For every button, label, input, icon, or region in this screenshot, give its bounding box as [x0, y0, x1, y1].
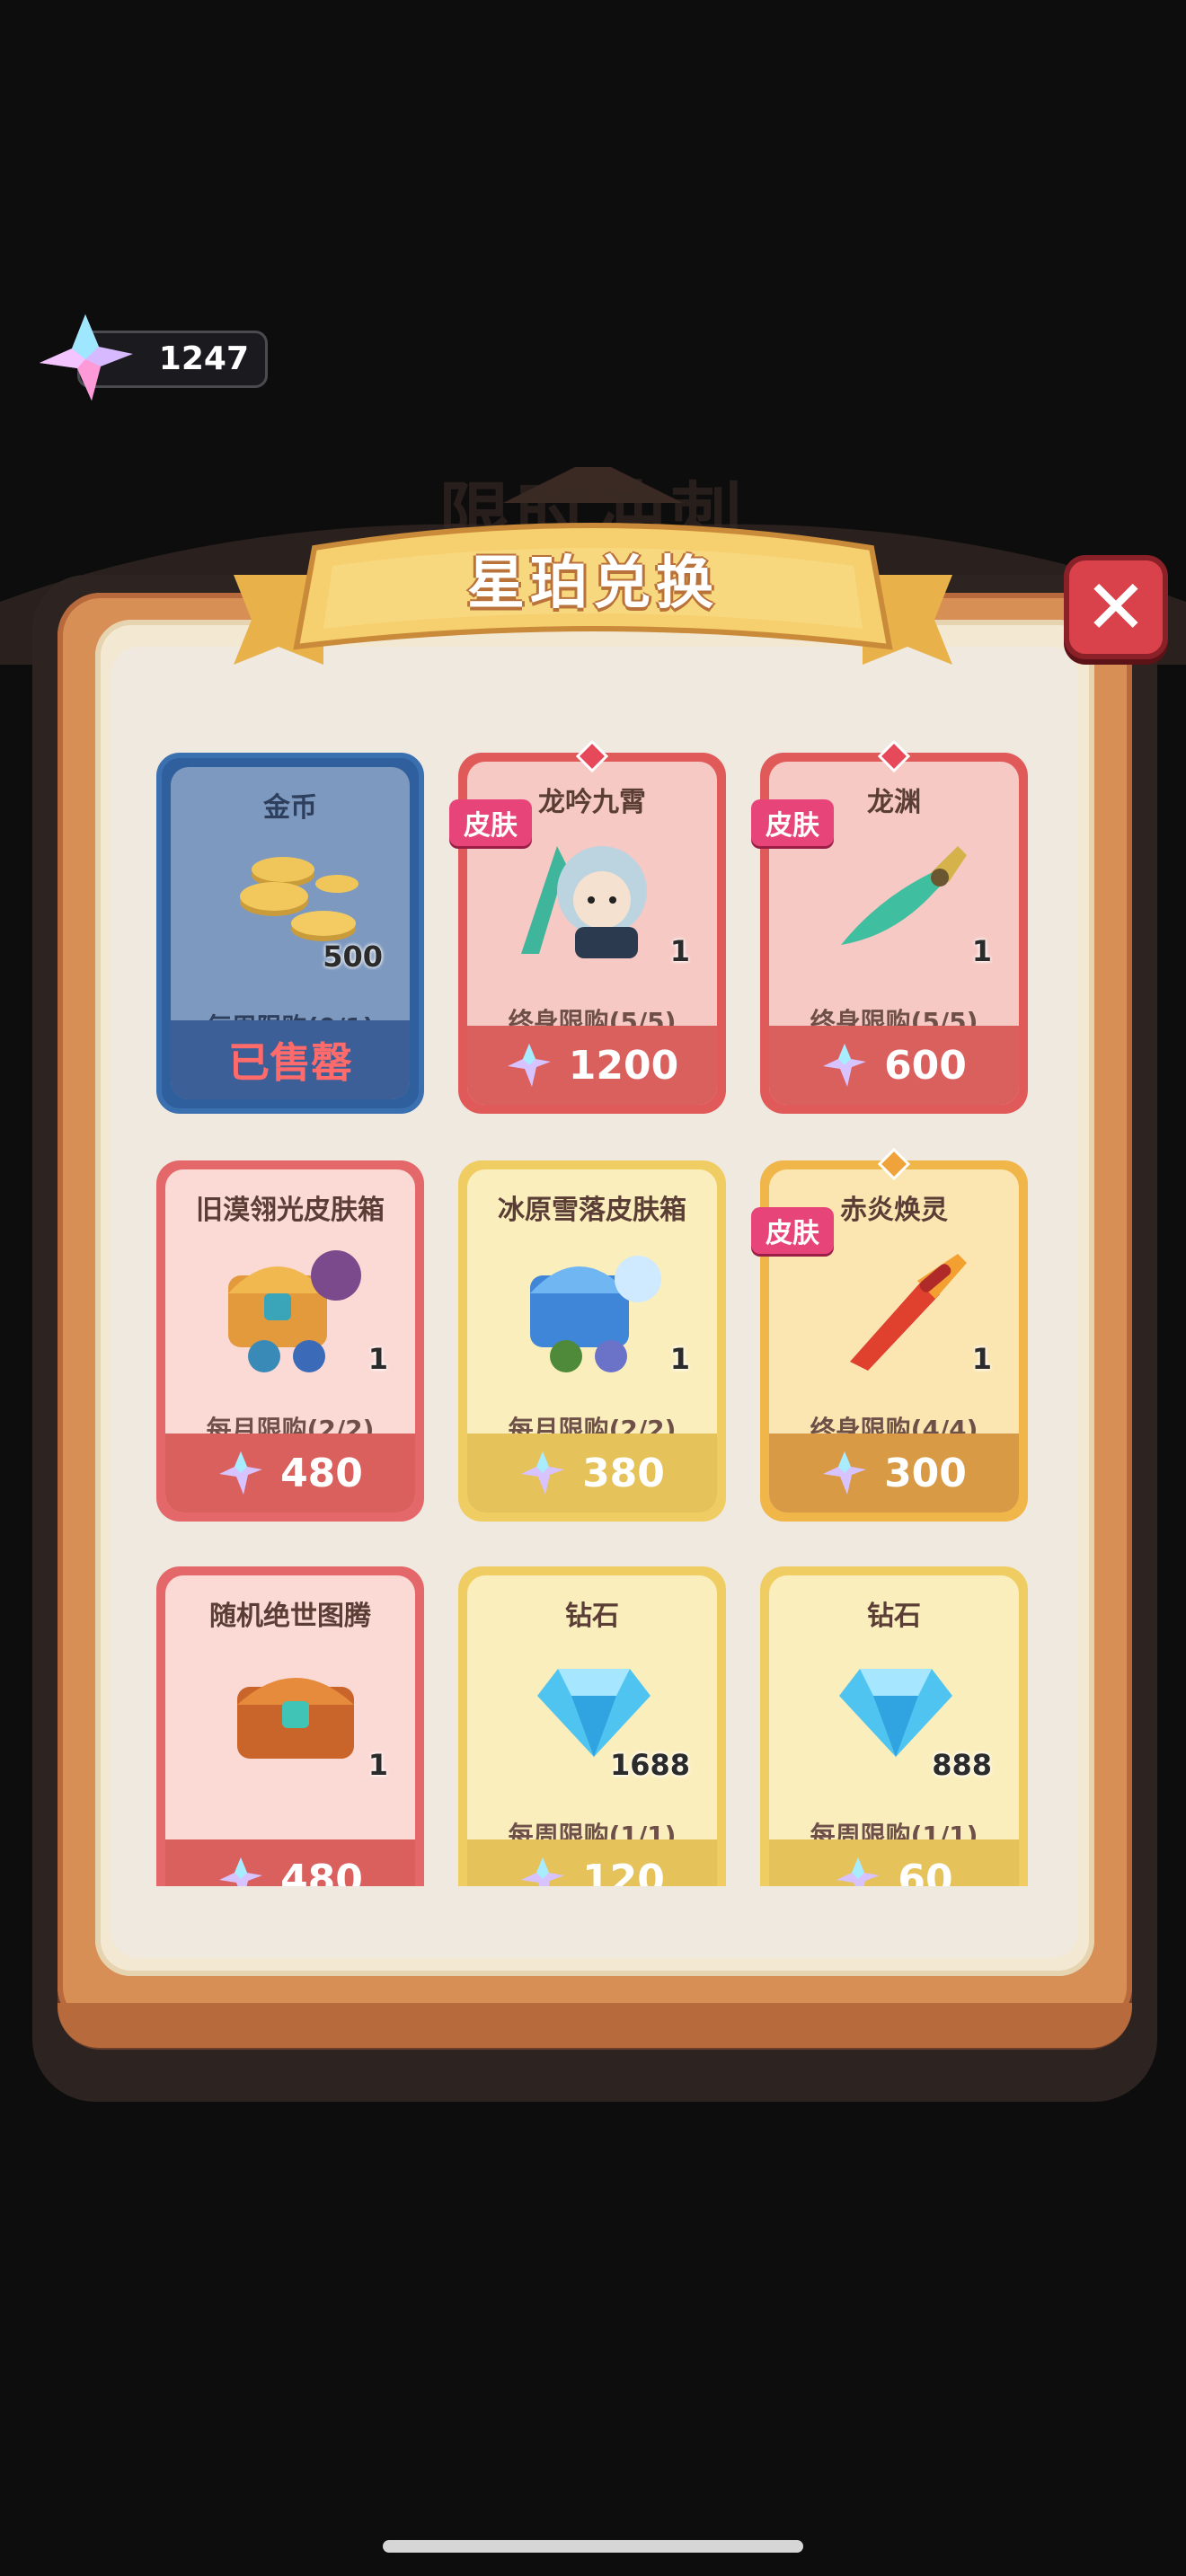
price-value: 380: [582, 1450, 665, 1496]
star-crystal-icon: [219, 1857, 263, 1886]
shop-item-diamonds-1688[interactable]: 钻石 1688 每周限购(1/1) 120: [458, 1566, 726, 1886]
price-button[interactable]: 300: [769, 1434, 1019, 1513]
item-name: 旧漠翎光皮肤箱: [196, 1195, 385, 1226]
item-name: 钻石: [867, 1601, 921, 1632]
diamond-icon: [537, 1669, 651, 1757]
price-value: 60: [898, 1856, 953, 1887]
item-name: 冰原雪落皮肤箱: [498, 1195, 686, 1226]
shop-item-diamonds-888[interactable]: 钻石 888 每周限购(1/1) 60: [760, 1566, 1028, 1886]
item-grid[interactable]: 金币 500 每周限购(0/1) 已售罄 龙吟九霄: [144, 737, 1042, 1886]
star-crystal-icon: [823, 1044, 867, 1087]
sold-out-label: 已售罄: [171, 1020, 410, 1099]
gold-coins-icon: [240, 857, 358, 941]
star-crystal-icon: [823, 1451, 867, 1495]
price-button[interactable]: 120: [467, 1839, 717, 1886]
item-name: 随机绝世图腾: [209, 1601, 371, 1632]
item-quantity: 1688: [609, 1748, 690, 1782]
shop-item-desert-skin-chest[interactable]: 旧漠翎光皮肤箱 1 每月限购(2/2) 480: [156, 1160, 424, 1522]
skin-badge: 皮肤: [449, 799, 532, 846]
star-crystal-icon: [521, 1451, 565, 1495]
item-name: 钻石: [565, 1601, 619, 1632]
star-crystal-icon: [40, 314, 133, 401]
item-quantity: 1: [669, 1342, 690, 1376]
currency-amount: 1247: [158, 340, 249, 377]
sold-out-text: 已售罄: [228, 1038, 352, 1087]
skin-chest-icon: [228, 1250, 361, 1372]
home-indicator[interactable]: [383, 2540, 803, 2553]
price-value: 480: [280, 1856, 363, 1887]
item-quantity: 888: [932, 1748, 992, 1782]
fire-sword-icon: [850, 1254, 967, 1371]
ruby-ornament-icon: [576, 740, 608, 772]
shop-item-dragon-abyss[interactable]: 龙渊 1 终身限购(5/5) 600 皮肤: [751, 740, 1028, 1114]
close-button[interactable]: ✕: [1064, 555, 1168, 659]
hero-skin-icon: [521, 846, 647, 958]
item-quantity: 1: [367, 1342, 388, 1376]
jade-blade-icon: [841, 846, 967, 945]
price-value: 120: [582, 1856, 665, 1887]
price-value: 600: [884, 1042, 967, 1089]
star-crystal-icon: [836, 1857, 881, 1886]
price-value: 300: [884, 1450, 967, 1496]
price-button[interactable]: 60: [769, 1839, 1019, 1886]
price-button[interactable]: 380: [467, 1434, 717, 1513]
item-name: 金币: [263, 792, 317, 824]
star-crystal-icon: [219, 1451, 263, 1495]
shop-item-dragon-skin[interactable]: 龙吟九霄 1 终身限购(5/5) 1200 皮肤: [449, 740, 726, 1114]
star-crystal-icon: [521, 1857, 565, 1886]
item-quantity: 500: [323, 940, 383, 974]
ice-chest-icon: [530, 1256, 661, 1372]
totem-chest-icon: [237, 1678, 354, 1759]
item-quantity: 1: [971, 934, 992, 968]
item-quantity: 1: [971, 1342, 992, 1376]
price-button[interactable]: 480: [165, 1839, 415, 1886]
skin-badge: 皮肤: [751, 799, 834, 846]
skin-badge: 皮肤: [751, 1207, 834, 1254]
amber-ornament-icon: [878, 1148, 910, 1180]
price-value: 1200: [568, 1042, 679, 1089]
price-value: 480: [280, 1450, 363, 1496]
price-button[interactable]: 1200: [467, 1026, 717, 1105]
panel-base: [58, 2003, 1132, 2048]
panel-title: 星珀兑换: [467, 551, 719, 617]
item-quantity: 1: [669, 934, 690, 968]
item-quantity: 1: [367, 1748, 388, 1782]
shop-item-random-totem[interactable]: 随机绝世图腾 1 480: [156, 1566, 424, 1886]
diamond-icon: [839, 1669, 952, 1757]
price-button[interactable]: 480: [165, 1434, 415, 1513]
shop-item-ice-skin-chest[interactable]: 冰原雪落皮肤箱 1 每月限购(2/2) 380: [458, 1160, 726, 1522]
shop-item-flame-sword[interactable]: 赤炎焕灵 1 终身限购(4/4) 300 皮肤: [751, 1148, 1028, 1522]
shop-item-gold-coins[interactable]: 金币 500 每周限购(0/1) 已售罄: [156, 753, 424, 1114]
star-crystal-icon: [507, 1044, 551, 1087]
close-icon: ✕: [1084, 563, 1148, 651]
ruby-ornament-icon: [878, 740, 910, 772]
price-button[interactable]: 600: [769, 1026, 1019, 1105]
